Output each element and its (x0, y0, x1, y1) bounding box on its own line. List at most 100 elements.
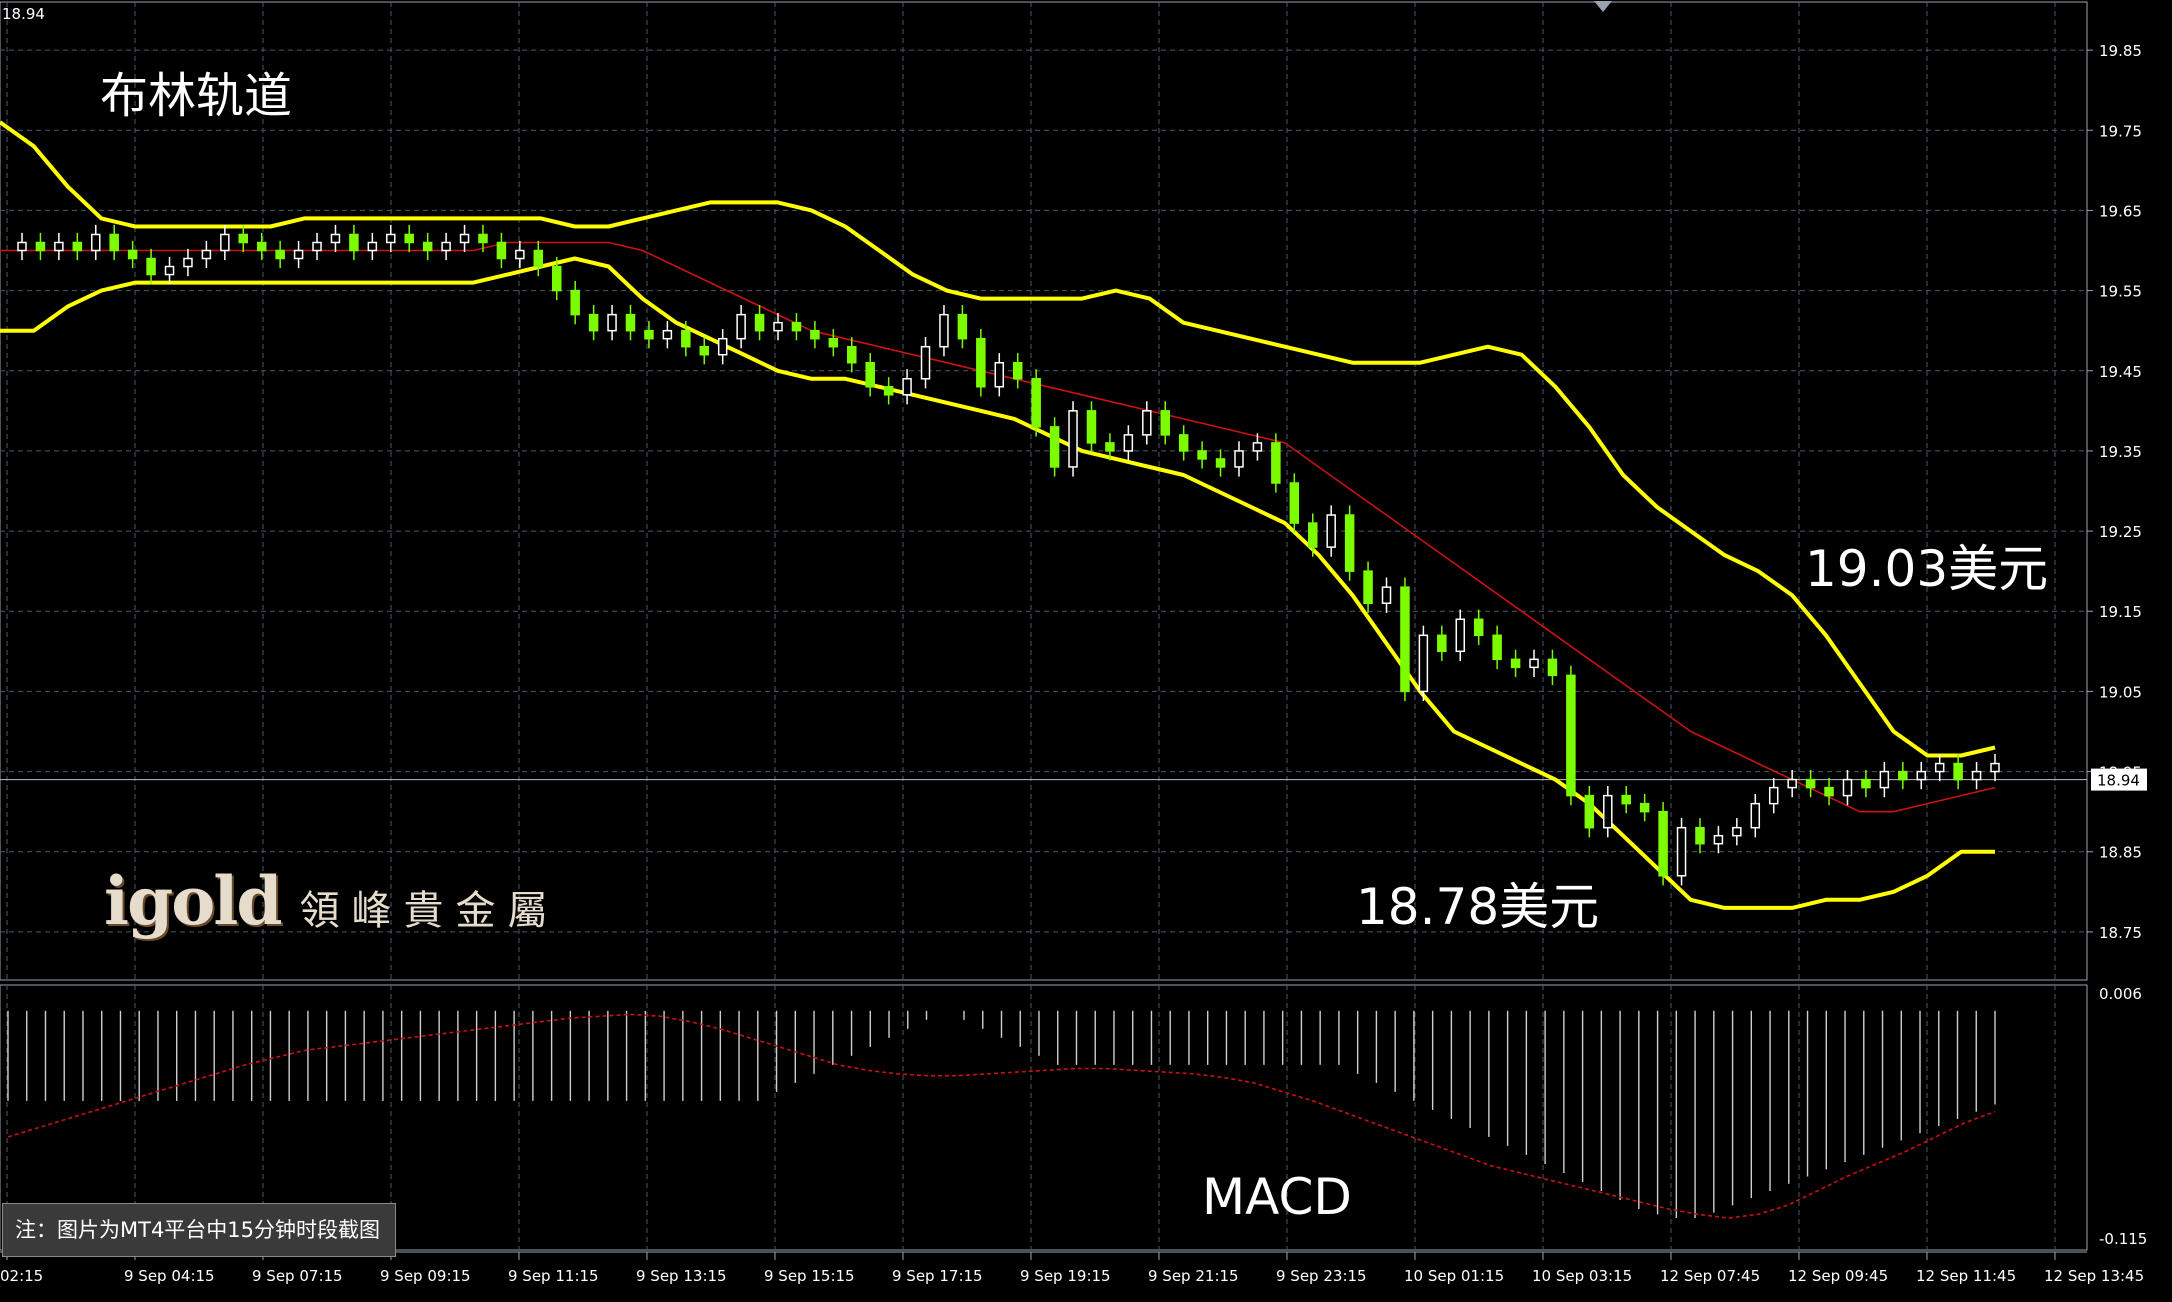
candle-body (1178, 434, 1189, 452)
time-tick-label: 10 Sep 03:15 (1532, 1267, 1632, 1285)
logo-brand: igold (104, 862, 282, 940)
candle-body (1086, 410, 1097, 444)
time-tick-label: 9 Sep 13:15 (636, 1267, 727, 1285)
time-tick-label: 9 Sep 21:15 (1148, 1267, 1239, 1285)
chart: 19.85 19.75 19.65 19.55 19.45 19.35 19.25 19.15… (0, 0, 2172, 1302)
candle-body (588, 313, 599, 332)
candle-body (1473, 618, 1484, 637)
price-tick-label: 19.65 (2099, 202, 2142, 220)
candle-body (496, 241, 507, 260)
candle-body (717, 337, 728, 356)
candle-body (35, 241, 46, 252)
candle-body (1584, 794, 1595, 829)
candle-body (754, 313, 765, 332)
time-tick-label: 9 Sep 04:15 (124, 1267, 215, 1285)
corner-price: 18.94 (2, 5, 45, 23)
candle-body (1732, 826, 1742, 837)
candle-body (146, 257, 156, 276)
candle-body (1418, 634, 1429, 693)
candle-body (1455, 618, 1466, 653)
price-tick-label: 19.45 (2099, 363, 2142, 381)
candle-body (91, 233, 101, 252)
candle-body (625, 313, 636, 332)
candle-body (1234, 450, 1244, 468)
candle-body (533, 249, 544, 268)
candle-body (1307, 522, 1318, 548)
candle-body (1971, 770, 1982, 781)
candle-body (238, 233, 249, 244)
candle-body (1437, 634, 1447, 653)
time-tick-label: 9 Sep 07:15 (252, 1267, 343, 1285)
candle-body (109, 233, 119, 252)
time-tick-label: 12 Sep 07:45 (1660, 1267, 1760, 1285)
candle-body (164, 265, 175, 276)
candle-body (293, 249, 304, 260)
candle-body (662, 329, 673, 340)
logo-company-name: 領峰貴金屬 (299, 888, 560, 934)
time-tick-label: 12 Sep 09:45 (1788, 1267, 1888, 1285)
candle-body (736, 313, 746, 340)
logo: igold 領峰貴金屬 (104, 862, 560, 940)
candle-body (681, 329, 691, 348)
candle-body (1805, 778, 1816, 789)
candle-body (1898, 770, 1908, 781)
candle-body (441, 241, 451, 252)
candle-body (1381, 586, 1392, 604)
candle-body (1695, 826, 1705, 845)
candle-body (1953, 762, 1963, 781)
price-tick-label: 18.85 (2099, 844, 2142, 862)
time-tick-label: 9 Sep 17:15 (892, 1267, 983, 1285)
price-tick-label: 19.05 (2099, 683, 2142, 701)
candle-body (957, 313, 968, 340)
candle-body (1768, 786, 1779, 805)
candle-body (1842, 778, 1853, 797)
candle-body (1879, 770, 1890, 789)
candle-body (883, 386, 894, 396)
candle-body (127, 249, 138, 260)
candle-body (902, 378, 912, 396)
candle-body (312, 241, 322, 252)
candle-body (1510, 658, 1521, 669)
screenshot-note: 注：图片为MT4平台中15分钟时段截图 (2, 1203, 396, 1257)
candle-body (349, 233, 359, 252)
candle-body (275, 249, 285, 260)
candle-body (220, 233, 230, 252)
candle-body (1142, 410, 1152, 436)
candle-body (183, 257, 193, 268)
candle-body (570, 289, 580, 316)
candle-body (994, 361, 1005, 388)
candle-body (1750, 802, 1761, 829)
candle-body (1621, 794, 1631, 805)
candle-body (920, 345, 931, 380)
price-tick-label: 18.75 (2099, 924, 2142, 942)
candle-body (1934, 762, 1945, 773)
candle-body (1012, 361, 1023, 380)
candle-body (1787, 778, 1797, 789)
candle-body (330, 233, 341, 244)
candle-body (1492, 634, 1502, 661)
candle-body (1344, 514, 1355, 572)
candle-body (699, 345, 710, 356)
candle-body (1658, 810, 1668, 877)
time-tick-label: 9 Sep 19:15 (1020, 1267, 1111, 1285)
candle-body (1049, 426, 1060, 468)
price-tick-label: 19.75 (2099, 122, 2142, 140)
candle-body (386, 233, 396, 244)
candle-body (976, 337, 986, 388)
candle-body (1566, 674, 1576, 797)
time-tick-label: 9 Sep 15:15 (764, 1267, 855, 1285)
candle-body (1713, 834, 1724, 845)
macd-tick-label: -0.115 (2099, 1230, 2147, 1248)
candle-body (847, 345, 857, 364)
candle-body (1547, 658, 1558, 677)
macd-tick-label: 0.006 (2099, 985, 2142, 1003)
candle-body (1271, 442, 1281, 484)
lower-band-annotation: 18.78美元 (1356, 878, 1599, 936)
candle-body (1639, 802, 1650, 813)
candle-body (422, 241, 433, 252)
candle-body (1197, 450, 1207, 460)
candle-body (1105, 442, 1115, 452)
candle-body (1363, 570, 1373, 604)
time-tick-label: 12 Sep 13:45 (2044, 1267, 2144, 1285)
time-tick-label: 9 Sep 09:15 (380, 1267, 471, 1285)
